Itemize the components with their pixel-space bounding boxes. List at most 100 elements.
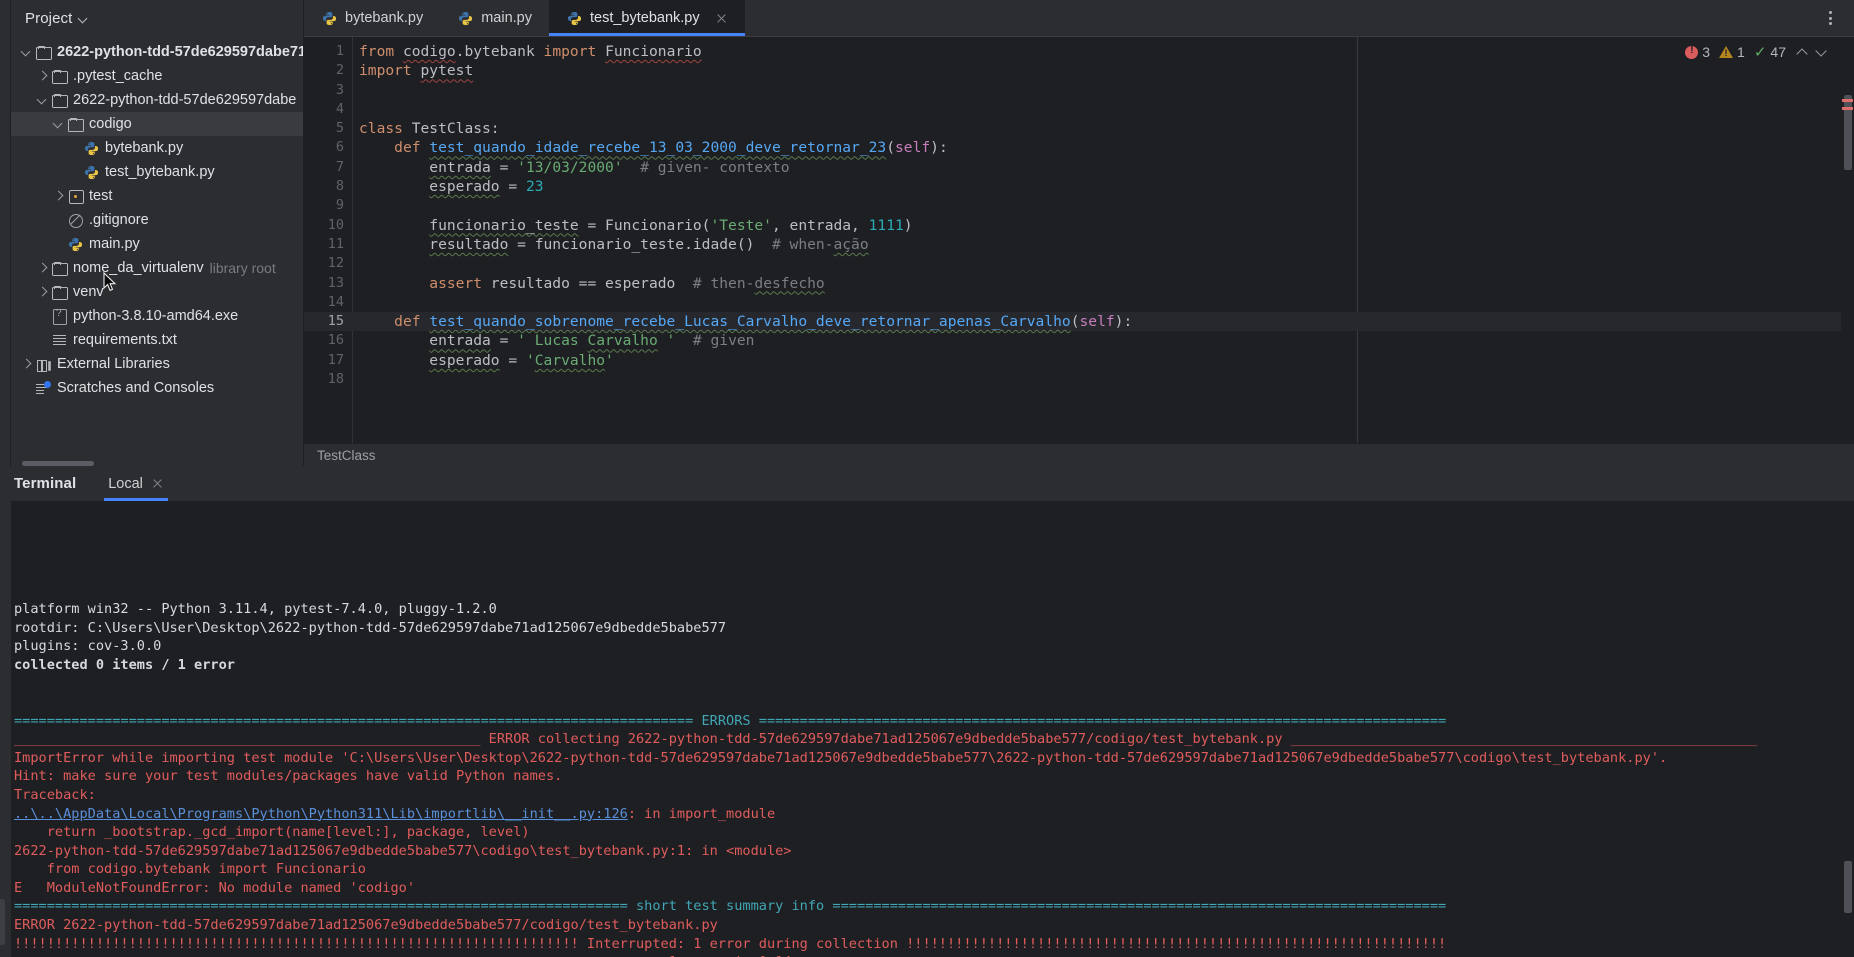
editor-tab-bytebank-py[interactable]: bytebank.py — [304, 0, 440, 36]
left-tool-strip[interactable] — [0, 0, 11, 466]
code-line[interactable]: 17 esperado = 'Carvalho' — [304, 351, 1854, 370]
code-line[interactable]: 7 entrada = '13/03/2000' # given- contex… — [304, 158, 1854, 177]
terminal-output[interactable]: platform win32 -- Python 3.11.4, pytest-… — [0, 501, 1854, 957]
chevron-right-icon[interactable] — [51, 189, 65, 203]
code-line[interactable]: 6 def test_quando_idade_recebe_13_03_200… — [304, 138, 1854, 157]
code-line[interactable]: 8 esperado = 23 — [304, 177, 1854, 196]
terminal-line: ImportError while importing test module … — [14, 749, 1668, 766]
chevron-right-icon[interactable] — [35, 285, 49, 299]
code-line[interactable]: 1 from codigo.bytebank import Funcionario — [304, 42, 1854, 61]
code-editor[interactable]: 1 from codigo.bytebank import Funcionario… — [304, 36, 1854, 443]
chevron-down-icon[interactable] — [79, 14, 88, 23]
line-number: 15 — [327, 313, 344, 330]
line-number: 18 — [327, 371, 344, 388]
chevron-up-icon[interactable] — [1795, 45, 1809, 59]
tree-item-bytebank-py[interactable]: bytebank.py — [11, 136, 303, 160]
tree-item-main-py[interactable]: main.py — [11, 232, 303, 256]
code-line[interactable]: 18 — [304, 370, 1854, 389]
project-file-tree[interactable]: 2622-python-tdd-57de629597dabe71a .pytest… — [11, 36, 303, 400]
code-text: esperado = 'Carvalho' — [429, 351, 614, 369]
warning-icon — [1719, 46, 1734, 58]
inspection-widget[interactable]: 3 1 ✓ 47 — [1685, 44, 1828, 60]
editor-tabbar-actions — [1822, 0, 1854, 36]
tree-item-label: codigo — [89, 116, 132, 132]
tree-item-2622-python-tdd-57de629597dabe[interactable]: 2622-python-tdd-57de629597dabe — [11, 88, 303, 112]
python-file-icon — [321, 10, 338, 27]
breadcrumb[interactable]: TestClass — [304, 443, 1854, 466]
terminal-line: ========================================… — [14, 953, 1854, 957]
chevron-down-icon[interactable] — [1814, 45, 1828, 59]
warning-count-group[interactable]: 1 — [1719, 44, 1745, 60]
terminal-side-handle[interactable] — [0, 899, 5, 945]
typo-count-group[interactable]: ✓ 47 — [1754, 44, 1786, 60]
kebab-menu-icon[interactable] — [1822, 10, 1838, 26]
line-number: 3 — [335, 81, 344, 98]
tree-item--pytest-cache[interactable]: .pytest_cache — [11, 64, 303, 88]
code-line[interactable]: 4 — [304, 100, 1854, 119]
terminal-scrollbar-thumb[interactable] — [1844, 861, 1852, 913]
tree-item-label: bytebank.py — [105, 140, 184, 156]
editor-error-stripe[interactable] — [1841, 73, 1854, 443]
code-line[interactable]: 15 def test_quando_sobrenome_recebe_Luca… — [304, 312, 1854, 332]
terminal-header: Terminal Local — [0, 466, 1854, 501]
terminal-line: rootdir: C:\Users\User\Desktop\2622-pyth… — [14, 619, 727, 636]
tree-item-requirements-txt[interactable]: requirements.txt — [11, 328, 303, 352]
line-number: 2 — [335, 62, 344, 79]
tree-item-nome-da-virtualenv[interactable]: nome_da_virtualenv library root — [11, 256, 303, 280]
code-line[interactable]: 5 class TestClass: — [304, 119, 1854, 138]
code-content[interactable]: 1 from codigo.bytebank import Funcionario… — [304, 37, 1854, 389]
close-icon[interactable] — [715, 12, 728, 25]
code-line[interactable]: 3 — [304, 81, 1854, 100]
code-line[interactable]: 16 entrada = ' Lucas Carvalho ' # given — [304, 331, 1854, 350]
terminal-line: platform win32 -- Python 3.11.4, pytest-… — [14, 600, 497, 617]
editor-tab-main-py[interactable]: main.py — [440, 0, 549, 36]
code-line[interactable]: 10 funcionario_teste = Funcionario('Test… — [304, 216, 1854, 235]
line-number: 14 — [327, 293, 344, 310]
chevron-right-icon[interactable] — [35, 69, 49, 83]
tree-item--gitignore[interactable]: .gitignore — [11, 208, 303, 232]
tree-item-venv[interactable]: venv — [11, 280, 303, 304]
chevron-right-icon[interactable] — [35, 261, 49, 275]
tree-item-label: Scratches and Consoles — [57, 380, 215, 396]
line-number: 9 — [335, 197, 344, 214]
editor-tabbar[interactable]: bytebank.py main.py test_bytebank.py — [304, 0, 1854, 36]
terminal-tab-local[interactable]: Local — [100, 466, 172, 501]
test-folder-icon — [67, 188, 84, 205]
breadcrumb-item-class[interactable]: TestClass — [317, 448, 376, 463]
code-line[interactable]: 14 — [304, 293, 1854, 312]
editor-tab-label: bytebank.py — [345, 10, 424, 26]
terminal-line: Traceback: — [14, 786, 96, 803]
chevron-down-icon[interactable] — [35, 93, 49, 107]
code-line[interactable]: 12 — [304, 254, 1854, 273]
tree-item-2622-python-tdd-57de629597dabe71a[interactable]: 2622-python-tdd-57de629597dabe71a — [11, 40, 303, 64]
close-icon[interactable] — [152, 478, 164, 490]
code-line[interactable]: 11 resultado = funcionario_teste.idade()… — [304, 235, 1854, 254]
chevron-right-icon[interactable] — [19, 357, 33, 371]
tree-item-codigo[interactable]: codigo — [11, 112, 303, 136]
error-stripe-mark[interactable] — [1842, 99, 1853, 102]
terminal-line: plugins: cov-3.0.0 — [14, 638, 162, 655]
error-count-group[interactable]: 3 — [1685, 44, 1710, 60]
tree-item-scratches-and-consoles[interactable]: Scratches and Consoles — [11, 376, 303, 400]
code-line[interactable]: 9 — [304, 196, 1854, 215]
tree-item-test[interactable]: test — [11, 184, 303, 208]
chevron-down-icon[interactable] — [51, 117, 65, 131]
terminal-file-link[interactable]: ..\..\AppData\Local\Programs\Python\Pyth… — [14, 806, 628, 822]
tree-item-external-libraries[interactable]: External Libraries — [11, 352, 303, 376]
tree-item-python-3-8-10-amd64-exe[interactable]: python-3.8.10-amd64.exe — [11, 304, 303, 328]
editor-tab-test_bytebank-py[interactable]: test_bytebank.py — [548, 0, 745, 36]
folder-icon — [67, 116, 84, 133]
code-line[interactable]: 13 assert resultado == esperado # then-d… — [304, 274, 1854, 293]
scratches-icon — [35, 380, 52, 397]
error-stripe-mark[interactable] — [1842, 107, 1853, 110]
code-line[interactable]: 2 import pytest — [304, 61, 1854, 80]
chevron-down-icon[interactable] — [19, 45, 33, 59]
tree-item-test-bytebank-py[interactable]: test_bytebank.py — [11, 160, 303, 184]
tree-item-label: main.py — [89, 236, 140, 252]
terminal-title: Terminal — [14, 475, 77, 492]
code-text: esperado = 23 — [429, 178, 544, 196]
tree-item-label: test_bytebank.py — [105, 164, 215, 180]
project-panel-header[interactable]: Project — [11, 0, 303, 36]
terminal-line: ..\..\AppData\Local\Programs\Python\Pyth… — [14, 805, 776, 822]
